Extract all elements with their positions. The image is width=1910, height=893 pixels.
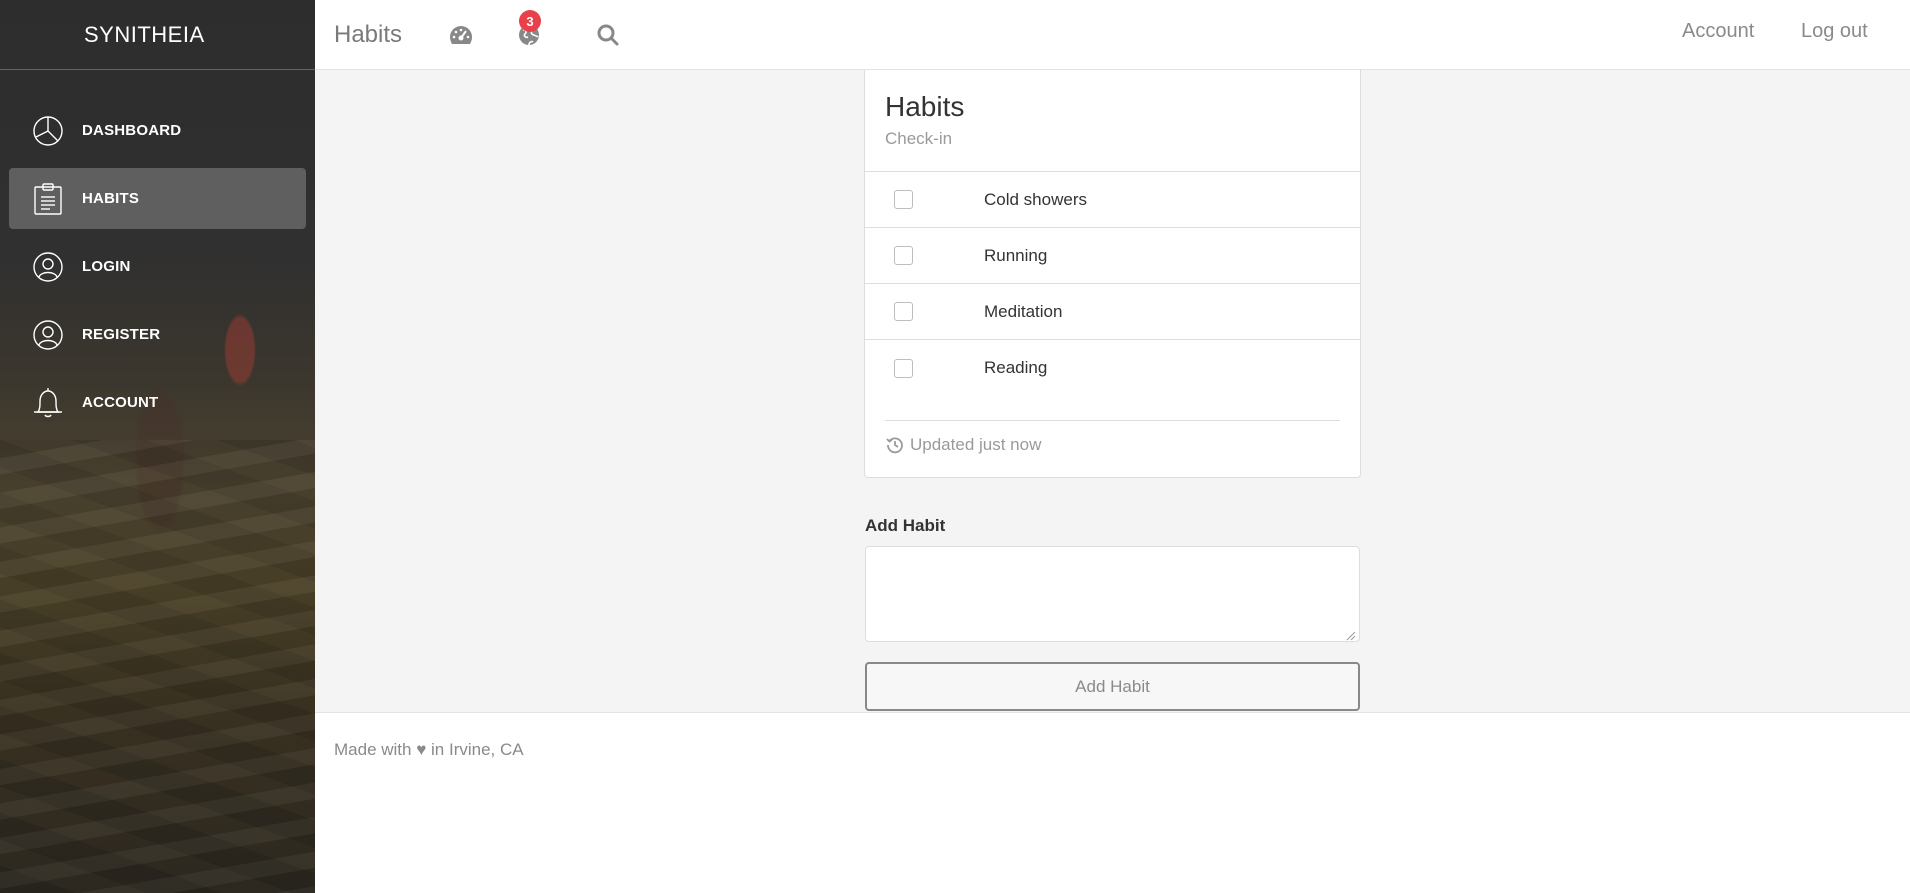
page-footer: Made with ♥ in Irvine, CA [315,712,1910,893]
sidebar-item-label: LOGIN [82,258,131,275]
card-title: Habits [885,91,965,122]
sidebar-item-label: DASHBOARD [82,122,182,139]
add-habit-label: Add Habit [865,516,946,535]
habit-checkbox[interactable] [894,358,913,378]
add-habit-button[interactable]: Add Habit [865,662,1360,711]
logout-link[interactable]: Log out [1801,20,1868,43]
notification-badge: 3 [519,10,541,32]
globe-icon[interactable]: 3 [512,10,546,52]
sidebar-item-register[interactable]: REGISTER [9,304,306,365]
habit-checkbox[interactable] [894,302,913,321]
habit-row: Meditation [865,284,1360,340]
habit-row: Cold showers [865,172,1360,228]
card-subtitle: Check-in [885,129,953,148]
sidebar-item-label: REGISTER [82,326,161,343]
sidebar-nav: DASHBOARD HABITS LOGIN REGISTER ACCOUNT [0,100,315,433]
account-link[interactable]: Account [1682,20,1754,43]
sidebar-item-dashboard[interactable]: DASHBOARD [9,100,306,161]
habit-checkbox[interactable] [894,190,913,209]
bell-icon [31,386,65,420]
sidebar: SYNITHEIA DASHBOARD HABITS LOGIN REGISTE… [0,0,315,893]
habit-name: Reading [984,358,1048,377]
user-circle-icon [31,250,65,284]
resize-grip-icon[interactable] [1346,628,1356,641]
brand-logo[interactable]: SYNITHEIA [0,0,315,70]
history-icon [885,435,905,455]
updated-status: Updated just now [910,435,1042,454]
pie-chart-icon [31,114,65,148]
sidebar-item-account[interactable]: ACCOUNT [9,372,306,433]
dashboard-gauge-icon[interactable] [444,18,478,52]
habit-name: Running [984,245,1048,265]
sidebar-item-label: ACCOUNT [82,394,159,411]
habit-row: Reading [865,340,1360,396]
card-footer: Updated just now [885,420,1340,455]
sidebar-item-habits[interactable]: HABITS [9,168,306,229]
page-title: Habits [334,20,403,48]
clipboard-icon [31,182,65,216]
habit-list: Cold showers Running Meditation Reading [865,171,1360,396]
habit-name: Meditation [984,301,1063,321]
search-icon[interactable] [591,18,625,52]
habit-row: Running [865,228,1360,284]
footer-text: Made with ♥ in Irvine, CA [334,740,524,759]
sidebar-item-label: HABITS [82,190,140,207]
top-navbar: Habits 3 Account Log out [315,0,1910,70]
habit-checkbox[interactable] [894,246,913,265]
habit-name: Cold showers [984,189,1087,209]
habits-card: Habits Check-in Cold showers Running Med… [864,70,1361,478]
add-habit-textarea[interactable] [865,546,1360,642]
sidebar-item-login[interactable]: LOGIN [9,236,306,297]
user-circle-icon [31,318,65,352]
